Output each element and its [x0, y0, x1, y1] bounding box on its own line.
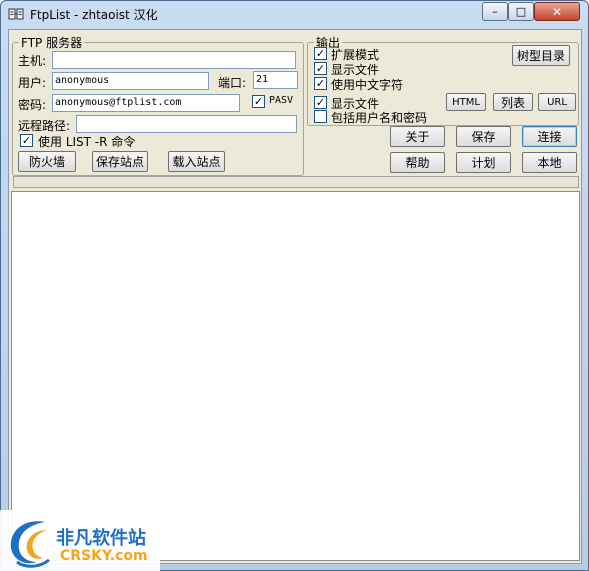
- maximize-button[interactable]: □: [508, 2, 534, 21]
- tree-directory-button[interactable]: 树型目录: [512, 45, 570, 66]
- close-button[interactable]: ✕: [534, 2, 580, 21]
- extended-mode-checkbox[interactable]: ✓: [314, 47, 327, 60]
- html-button[interactable]: HTML: [446, 93, 486, 111]
- use-list-r-checkbox[interactable]: ✓: [20, 134, 33, 147]
- save-button[interactable]: 保存: [456, 126, 511, 147]
- local-button[interactable]: 本地: [522, 152, 577, 173]
- help-button[interactable]: 帮助: [390, 152, 445, 173]
- remote-path-label: 远程路径:: [18, 119, 71, 133]
- user-label: 用户:: [18, 76, 47, 90]
- remote-path-input[interactable]: [76, 115, 297, 133]
- title-bar[interactable]: FtpList - zhtaoist 汉化 – □ ✕: [1, 1, 588, 27]
- show-files-2-checkbox[interactable]: ✓: [314, 96, 327, 109]
- crsky-logo-icon: [3, 514, 55, 571]
- pasv-label: PASV: [269, 95, 294, 106]
- checkmark-icon: ✓: [253, 95, 264, 108]
- list-button[interactable]: 列表: [493, 93, 533, 111]
- app-window: FtpList - zhtaoist 汉化 – □ ✕ FTP 服务器 主机: …: [0, 0, 589, 571]
- host-input[interactable]: [52, 51, 296, 69]
- checkmark-icon: ✓: [315, 77, 326, 90]
- connect-button[interactable]: 连接: [522, 126, 577, 147]
- password-input[interactable]: anonymous@ftplist.com: [52, 94, 240, 112]
- user-input[interactable]: anonymous: [52, 72, 209, 90]
- firewall-button[interactable]: 防火墙: [18, 151, 76, 172]
- url-button[interactable]: URL: [538, 93, 576, 111]
- status-bar: [13, 176, 579, 188]
- watermark-brand-en: CRSKY.com: [60, 548, 148, 564]
- checkmark-icon: ✓: [315, 47, 326, 60]
- checkmark-icon: ✓: [315, 62, 326, 75]
- crsky-watermark: 非凡软件站 CRSKY.com: [0, 510, 160, 571]
- close-icon: ✕: [551, 4, 563, 19]
- checkmark-icon: ✓: [315, 96, 326, 109]
- checkmark-icon: ✓: [21, 134, 32, 147]
- show-files-checkbox[interactable]: ✓: [314, 62, 327, 75]
- about-button[interactable]: 关于: [390, 126, 445, 147]
- load-site-button[interactable]: 载入站点: [168, 151, 225, 172]
- watermark-brand-cn: 非凡软件站: [56, 528, 146, 549]
- pasv-checkbox[interactable]: ✓: [252, 95, 265, 108]
- port-input[interactable]: 21: [253, 71, 298, 89]
- include-credentials-checkbox[interactable]: [314, 110, 327, 123]
- client-area: FTP 服务器 主机: 用户: anonymous 端口: 21 密码: ano…: [8, 29, 582, 564]
- maximize-icon: □: [515, 5, 527, 18]
- schedule-button[interactable]: 计划: [456, 152, 511, 173]
- port-label: 端口:: [218, 76, 247, 90]
- host-label: 主机:: [18, 54, 47, 68]
- use-chinese-label: 使用中文字符: [331, 78, 404, 92]
- save-site-button[interactable]: 保存站点: [92, 151, 148, 172]
- use-chinese-checkbox[interactable]: ✓: [314, 77, 327, 90]
- window-title: FtpList - zhtaoist 汉化: [30, 8, 158, 22]
- ftplist-app-icon: [8, 6, 24, 22]
- password-label: 密码:: [18, 98, 47, 112]
- minimize-icon: –: [492, 4, 498, 18]
- minimize-button[interactable]: –: [482, 2, 508, 21]
- output-area[interactable]: [11, 191, 580, 561]
- ftp-server-legend: FTP 服务器: [21, 36, 83, 50]
- include-credentials-label: 包括用户名和密码: [331, 111, 428, 125]
- use-list-r-label: 使用 LIST -R 命令: [38, 135, 136, 149]
